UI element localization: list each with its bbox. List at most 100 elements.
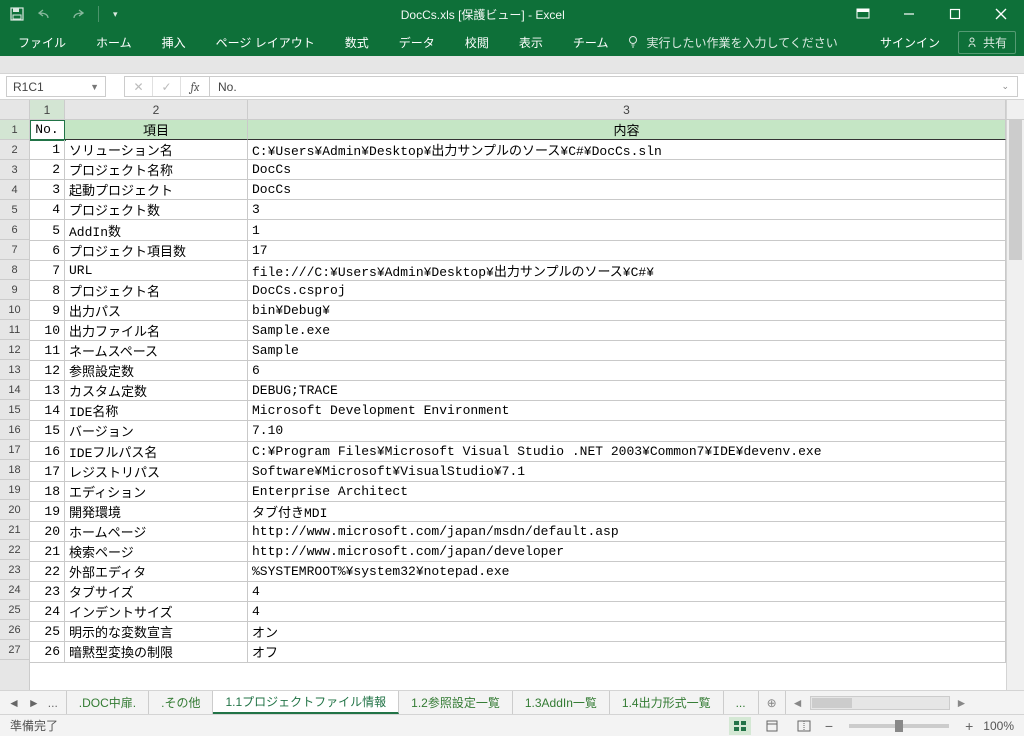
cell-no[interactable]: 3 <box>30 180 65 200</box>
cell-value[interactable]: Enterprise Architect <box>248 482 1006 502</box>
view-page-layout-icon[interactable] <box>761 717 783 735</box>
cell-item[interactable]: エディション <box>65 482 248 502</box>
row-header[interactable]: 22 <box>0 540 29 560</box>
zoom-slider[interactable] <box>849 724 949 728</box>
row-header[interactable]: 24 <box>0 580 29 600</box>
cell-no[interactable]: 18 <box>30 482 65 502</box>
ribbon-tab-insert[interactable]: 挿入 <box>150 28 198 56</box>
cell-no[interactable]: 14 <box>30 401 65 421</box>
ribbon-tab-file[interactable]: ファイル <box>8 28 78 56</box>
ribbon-display-options-icon[interactable] <box>840 0 886 28</box>
cell-item[interactable]: AddIn数 <box>65 220 248 240</box>
cell-value[interactable]: bin¥Debug¥ <box>248 301 1006 321</box>
cell-value[interactable]: file:///C:¥Users¥Admin¥Desktop¥出力サンプルのソー… <box>248 261 1006 281</box>
cell-item[interactable]: バージョン <box>65 421 248 441</box>
column-header-1[interactable]: 1 <box>30 100 65 119</box>
sheet-tab-active[interactable]: 1.1プロジェクトファイル情報 <box>213 691 399 714</box>
cell-item[interactable]: 出力パス <box>65 301 248 321</box>
cell-value[interactable]: http://www.microsoft.com/japan/msdn/defa… <box>248 522 1006 542</box>
expand-formula-bar-icon[interactable]: ⌄ <box>1001 81 1009 92</box>
cell-item[interactable]: タブサイズ <box>65 582 248 602</box>
cell-item[interactable]: 外部エディタ <box>65 562 248 582</box>
cell-item[interactable]: インデントサイズ <box>65 602 248 622</box>
cell-no[interactable]: 5 <box>30 220 65 240</box>
cell-value[interactable]: DocCs.csproj <box>248 281 1006 301</box>
cell-value[interactable]: 3 <box>248 200 1006 220</box>
cell-item[interactable]: 開発環境 <box>65 502 248 522</box>
cell-item[interactable]: IDEフルパス名 <box>65 442 248 462</box>
row-header[interactable]: 16 <box>0 420 29 440</box>
cell-no[interactable]: 10 <box>30 321 65 341</box>
tab-overflow[interactable]: ... <box>724 691 759 714</box>
row-header[interactable]: 20 <box>0 500 29 520</box>
ribbon-tab-formulas[interactable]: 数式 <box>333 28 381 56</box>
cell-no[interactable]: 15 <box>30 421 65 441</box>
cell-value[interactable]: オフ <box>248 642 1006 662</box>
qat-customize-icon[interactable]: ▾ <box>113 9 118 20</box>
header-cell-no[interactable]: No. <box>30 120 65 140</box>
cell-item[interactable]: 起動プロジェクト <box>65 180 248 200</box>
cell-value[interactable]: 17 <box>248 241 1006 261</box>
enter-formula-icon[interactable]: ✓ <box>153 77 181 96</box>
row-header[interactable]: 3 <box>0 160 29 180</box>
tab-scroll-more[interactable]: ... <box>46 696 60 710</box>
hscroll-left-icon[interactable]: ◄ <box>792 696 804 710</box>
ribbon-tab-team[interactable]: チーム <box>561 28 621 56</box>
cell-no[interactable]: 21 <box>30 542 65 562</box>
row-header[interactable]: 8 <box>0 260 29 280</box>
cell-no[interactable]: 13 <box>30 381 65 401</box>
cell-value[interactable]: DEBUG;TRACE <box>248 381 1006 401</box>
ribbon-tab-home[interactable]: ホーム <box>84 28 144 56</box>
cell-no[interactable]: 17 <box>30 462 65 482</box>
cell-item[interactable]: 参照設定数 <box>65 361 248 381</box>
cell-value[interactable]: %SYSTEMROOT%¥system32¥notepad.exe <box>248 562 1006 582</box>
view-normal-icon[interactable] <box>729 717 751 735</box>
tab-scroll-right-icon[interactable]: ► <box>26 696 42 710</box>
cell-value[interactable]: C:¥Program Files¥Microsoft Visual Studio… <box>248 442 1006 462</box>
cell-item[interactable]: ソリューション名 <box>65 140 248 160</box>
cells-area[interactable]: No.項目内容1ソリューション名C:¥Users¥Admin¥Desktop¥出… <box>30 120 1006 690</box>
cell-value[interactable]: DocCs <box>248 160 1006 180</box>
cell-no[interactable]: 7 <box>30 261 65 281</box>
row-header[interactable]: 15 <box>0 400 29 420</box>
row-header[interactable]: 17 <box>0 440 29 460</box>
cell-no[interactable]: 12 <box>30 361 65 381</box>
cell-item[interactable]: URL <box>65 261 248 281</box>
redo-icon[interactable] <box>68 8 84 20</box>
vertical-scrollbar[interactable] <box>1006 120 1024 690</box>
row-header[interactable]: 5 <box>0 200 29 220</box>
row-header[interactable]: 13 <box>0 360 29 380</box>
row-header[interactable]: 7 <box>0 240 29 260</box>
zoom-in-icon[interactable]: + <box>965 718 973 734</box>
cell-value[interactable]: Sample.exe <box>248 321 1006 341</box>
cell-item[interactable]: カスタム定数 <box>65 381 248 401</box>
row-header[interactable]: 11 <box>0 320 29 340</box>
ribbon-tab-data[interactable]: データ <box>387 28 447 56</box>
column-header-2[interactable]: 2 <box>65 100 248 119</box>
sheet-tab[interactable]: 1.2参照設定一覧 <box>399 691 513 714</box>
hscroll-right-icon[interactable]: ► <box>956 696 968 710</box>
cell-value[interactable]: 4 <box>248 602 1006 622</box>
row-header[interactable]: 25 <box>0 600 29 620</box>
row-header[interactable]: 23 <box>0 560 29 580</box>
sheet-tab[interactable]: 1.3AddIn一覧 <box>513 691 610 714</box>
cell-no[interactable]: 23 <box>30 582 65 602</box>
cell-no[interactable]: 1 <box>30 140 65 160</box>
row-header[interactable]: 6 <box>0 220 29 240</box>
row-header[interactable]: 19 <box>0 480 29 500</box>
cell-value[interactable]: オン <box>248 622 1006 642</box>
name-box[interactable]: R1C1 ▼ <box>6 76 106 97</box>
zoom-level[interactable]: 100% <box>983 719 1014 733</box>
share-button[interactable]: 共有 <box>958 31 1016 54</box>
ribbon-tab-layout[interactable]: ページ レイアウト <box>204 28 327 56</box>
cell-no[interactable]: 26 <box>30 642 65 662</box>
sheet-tab[interactable]: .その他 <box>149 691 213 714</box>
cell-item[interactable]: 検索ページ <box>65 542 248 562</box>
row-header[interactable]: 4 <box>0 180 29 200</box>
cell-value[interactable]: 4 <box>248 582 1006 602</box>
row-header[interactable]: 27 <box>0 640 29 660</box>
row-header[interactable]: 12 <box>0 340 29 360</box>
cell-no[interactable]: 22 <box>30 562 65 582</box>
select-all-corner[interactable] <box>0 100 30 119</box>
cell-no[interactable]: 4 <box>30 200 65 220</box>
